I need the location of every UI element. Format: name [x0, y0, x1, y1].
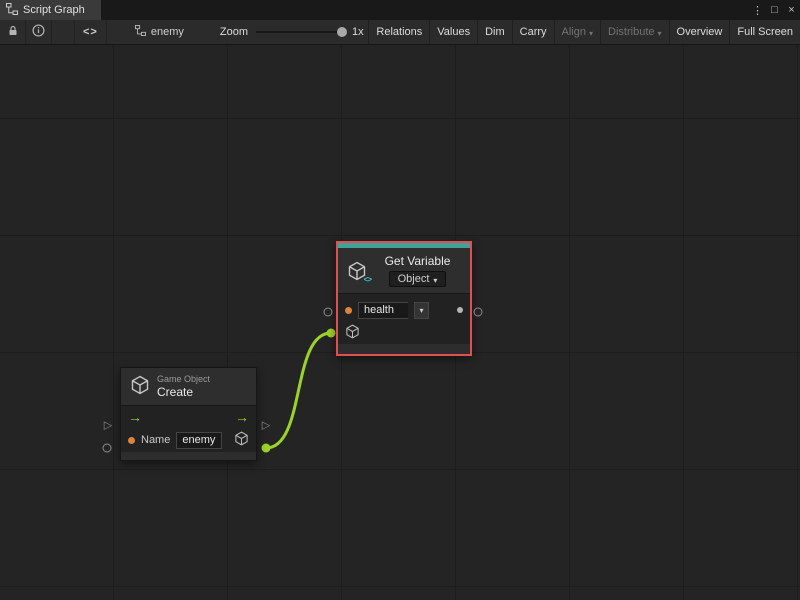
code-badge-icon: <> [364, 275, 371, 284]
name-input-port[interactable] [128, 437, 135, 444]
param-label: Name [141, 434, 170, 446]
object-input-row [338, 322, 470, 344]
name-input-port[interactable] [345, 307, 352, 314]
node-category: Game Object [157, 374, 210, 384]
relations-label: Relations [376, 26, 422, 38]
toolbar-button-group: Relations Values Dim Carry Align ▾ Distr… [368, 20, 800, 44]
create-name-input-port[interactable] [103, 444, 112, 453]
value-output-port[interactable] [457, 307, 463, 313]
chevron-down-icon: ▾ [433, 276, 437, 285]
input-port-connected-dot[interactable] [327, 329, 336, 338]
zoom-slider[interactable] [256, 31, 344, 33]
code-view-button[interactable]: <> [74, 20, 107, 44]
chevron-down-icon: ▾ [589, 29, 593, 38]
zoom-slider-knob[interactable] [337, 27, 347, 37]
connection-wire[interactable] [266, 333, 331, 448]
overview-label: Overview [677, 26, 723, 38]
carry-label: Carry [520, 26, 547, 38]
align-button: Align ▾ [554, 20, 600, 44]
info-button[interactable] [26, 20, 52, 44]
exec-output-arrow-icon[interactable]: → [235, 410, 249, 424]
getvar-name-input-port[interactable] [324, 308, 333, 317]
variable-name-field[interactable]: health [358, 302, 408, 319]
zoom-label: Zoom [220, 26, 248, 38]
circle-port-icon [474, 308, 483, 317]
lock-button[interactable] [0, 20, 26, 44]
variable-object-icon: <> [347, 261, 367, 281]
gameobject-port-icon[interactable] [345, 324, 360, 342]
graph-breadcrumb[interactable]: enemy [135, 20, 184, 44]
getvar-value-output-port[interactable] [474, 308, 483, 317]
create-exec-output-port[interactable]: ▷ [262, 421, 270, 432]
variable-name-dropdown[interactable]: ▾ [414, 302, 429, 319]
maximize-icon[interactable]: □ [766, 0, 783, 20]
output-port-connected-dot[interactable] [262, 444, 271, 453]
graph-canvas[interactable]: <> Get Variable Object ▾ health ▾ [0, 45, 800, 600]
chevron-down-icon: ▾ [419, 306, 423, 315]
relations-button[interactable]: Relations [368, 20, 429, 44]
circle-port-icon [103, 444, 112, 453]
tab-title: Script Graph [23, 4, 85, 16]
zoom-value: 1x [352, 26, 364, 38]
create-exec-input-port[interactable]: ▷ [104, 421, 112, 432]
values-label: Values [437, 26, 470, 38]
full-screen-label: Full Screen [737, 26, 793, 38]
code-icon: <> [83, 26, 98, 38]
node-create-gameobject[interactable]: Game Object Create → → Name enemy [120, 367, 257, 461]
graph-toolbar: <> enemy Zoom 1x Relations Values Dim [0, 20, 800, 45]
window-menu-icon[interactable]: ⋮ [749, 0, 766, 20]
variable-scope-dropdown[interactable]: Object ▾ [389, 271, 447, 287]
tab-script-graph[interactable]: Script Graph [0, 0, 101, 20]
scope-value: Object [398, 273, 430, 285]
get-variable-body: health ▾ [338, 293, 470, 344]
node-get-variable[interactable]: <> Get Variable Object ▾ health ▾ [336, 241, 472, 356]
full-screen-button[interactable]: Full Screen [729, 20, 800, 44]
variable-name-row: health ▾ [338, 298, 470, 322]
lock-icon [7, 25, 19, 40]
create-body: → → Name enemy [121, 405, 256, 452]
dim-label: Dim [485, 26, 505, 38]
chevron-down-icon: ▾ [658, 29, 662, 38]
info-icon [32, 24, 45, 40]
zoom-control: Zoom 1x [220, 20, 364, 44]
exec-flow-row: → → [121, 406, 256, 428]
values-button[interactable]: Values [429, 20, 477, 44]
exec-input-arrow-icon[interactable]: → [128, 410, 142, 424]
name-value-field[interactable]: enemy [176, 432, 222, 449]
close-icon[interactable]: × [783, 0, 800, 20]
dim-button[interactable]: Dim [477, 20, 512, 44]
gameobject-icon [130, 375, 150, 398]
align-label: Align [562, 26, 586, 38]
graph-name-label: enemy [151, 26, 184, 38]
create-header[interactable]: Game Object Create [121, 368, 256, 405]
get-variable-header[interactable]: <> Get Variable Object ▾ [338, 248, 470, 293]
gameobject-output-port-icon[interactable] [234, 431, 249, 449]
script-graph-icon [6, 3, 18, 18]
node-title: Create [157, 385, 210, 399]
name-param-row: Name enemy [121, 428, 256, 452]
window-titlebar: Script Graph ⋮ □ × [0, 0, 800, 20]
node-title: Get Variable [385, 254, 451, 268]
circle-port-icon [324, 308, 333, 317]
overview-button[interactable]: Overview [669, 20, 730, 44]
distribute-label: Distribute [608, 26, 654, 38]
triangle-port-icon: ▷ [262, 421, 270, 432]
carry-button[interactable]: Carry [512, 20, 554, 44]
distribute-button: Distribute ▾ [600, 20, 668, 44]
triangle-port-icon: ▷ [104, 421, 112, 432]
graph-asset-icon [135, 25, 146, 39]
